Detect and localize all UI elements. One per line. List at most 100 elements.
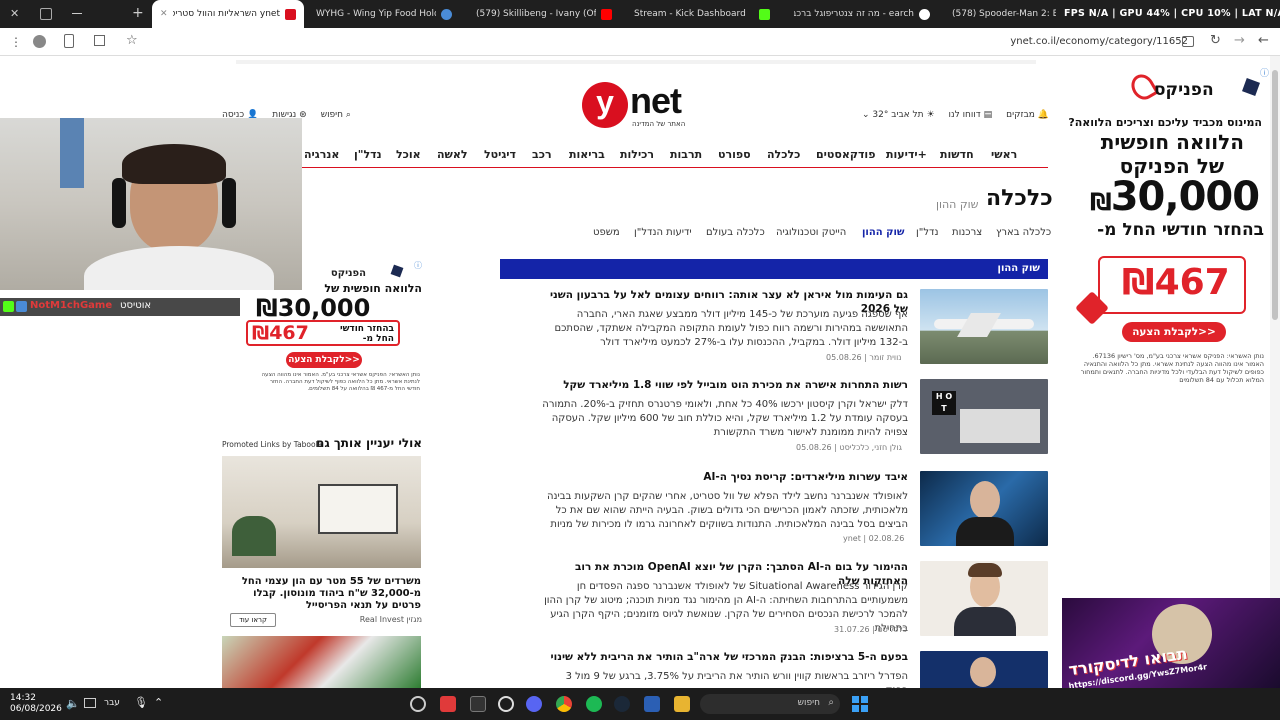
article-summary: דלק ישראל וקרן קיסטון ירכשו 40% כל אחת, … [542, 399, 908, 438]
article-thumbnail-plane[interactable] [920, 289, 1048, 364]
tab-label: ynet השראליות והוול סטריט [172, 9, 280, 19]
portrait-body-shape [956, 517, 1014, 546]
taboola-promoted[interactable]: Promoted Links by Taboola [222, 440, 322, 449]
article-thumbnail-ai-person[interactable] [920, 471, 1048, 546]
clock-date: 06/08/2026 [10, 704, 62, 714]
nav-item-real-estate[interactable]: נדל"ן [354, 148, 382, 161]
app-n-icon[interactable] [440, 696, 456, 712]
nav-item-economy[interactable]: כלכלה [767, 148, 800, 161]
alerts-link[interactable]: מבזקים 🔔 [1006, 110, 1049, 120]
small-ad-cta-button[interactable]: לקבלת הצעה>> [286, 352, 362, 368]
display-icon[interactable] [84, 698, 96, 708]
small-ad-fine-print: נותן האשראי: הפניקס אשראי צרכני בע"מ. הא… [261, 372, 420, 392]
scrollbar-thumb[interactable] [1272, 70, 1278, 320]
report-link[interactable]: דווחו לנו ▤ [949, 110, 993, 120]
discord-app-icon[interactable] [526, 696, 542, 712]
article-title[interactable]: איבד עשרות מיליארדים: קריסת נסיך ה-AI [540, 470, 908, 484]
nav-item-yedioth-plus[interactable]: ידיעות+ [886, 148, 927, 161]
scrollbar[interactable] [1270, 56, 1280, 688]
article-title[interactable]: רשות התחרות אישרה את מכירת הוט מובייל לפ… [540, 378, 908, 392]
subcat-law[interactable]: משפט [593, 227, 620, 238]
speaker-icon[interactable]: 🔈 [66, 697, 80, 710]
article-thumbnail-fed[interactable] [920, 651, 1048, 688]
tab-close-icon[interactable]: ✕ [160, 9, 168, 19]
subcat-capital-market[interactable]: שוק ההון [862, 227, 904, 238]
tray-chevron-icon[interactable]: ⌃ [154, 696, 163, 709]
windows-start-icon[interactable] [852, 696, 868, 712]
obs-app-icon[interactable] [410, 696, 426, 712]
tab-kick[interactable]: Stream - Kick Dashboard [626, 0, 778, 28]
ad-info-icon[interactable]: ⓘ [1260, 66, 1269, 79]
taboola-item2-image[interactable] [222, 636, 421, 688]
article-title[interactable]: בפעם ה-5 ברציפות: הבנק המרכזי של ארה"ב ה… [540, 650, 909, 664]
ad-cta-button[interactable]: לקבלת הצעה>> [1122, 322, 1226, 342]
extensions-icon[interactable] [64, 34, 74, 48]
tab-google-search[interactable]: earch - מה זה צנטריפוגל ברכב [786, 0, 938, 28]
clock[interactable]: 14:32 06/08/2026 [10, 693, 62, 715]
nav-item-home[interactable]: ראשי [991, 148, 1017, 161]
ad-info-icon[interactable]: ⓘ [414, 260, 422, 271]
taboola-item-image[interactable] [222, 456, 421, 568]
article-author: כלכליסט [877, 625, 908, 634]
spotify-app-icon[interactable] [586, 696, 602, 712]
back-icon[interactable]: ← [1258, 33, 1269, 48]
article-date: 02.08.26 [868, 534, 905, 543]
tab-youtube-spooder[interactable]: (578) Spooder-Man 2: Brand [944, 0, 1064, 28]
app-terminal-icon[interactable] [470, 696, 486, 712]
nav-item-digital[interactable]: דיגיטל [484, 148, 516, 161]
nav-item-energy[interactable]: אנרגיה [304, 148, 339, 161]
weather-widget[interactable]: ⌄ 32° תל אביב ☀ [862, 110, 935, 120]
webcam-shirt [84, 246, 274, 290]
subcat-world-economy[interactable]: כלכלה בעולם [706, 227, 765, 238]
article-thumbnail-hot-store[interactable]: H OT [920, 379, 1048, 454]
profile-icon[interactable] [33, 35, 46, 48]
ad-monthly: ₪467 [1122, 262, 1230, 303]
share-icon[interactable] [94, 35, 105, 46]
microphone-icon[interactable]: 🎙 [134, 696, 148, 709]
nav-item-health[interactable]: בריאות [569, 148, 605, 161]
window-minimize-icon[interactable] [72, 13, 82, 14]
tab-label: (578) Spooder-Man 2: Brand [952, 9, 1056, 19]
nav-item-podcasts[interactable]: פודקאסטים [816, 148, 875, 161]
subcat-real-estate-news[interactable]: ידיעות הנדל"ן [634, 227, 692, 238]
steam-app-icon[interactable] [614, 696, 630, 712]
subcat-hitech[interactable]: הייטק וטכנולוגיה [776, 227, 846, 238]
reload-icon[interactable]: ↻ [1210, 33, 1221, 48]
section-bar: שוק ההון [500, 259, 1048, 279]
nav-item-gossip[interactable]: רכילות [620, 148, 654, 161]
subcat-consumer[interactable]: צרכנות [952, 227, 982, 238]
ad-amount: ₪30,000 [1090, 174, 1260, 220]
nav-item-culture[interactable]: תרבות [670, 148, 702, 161]
menu-icon[interactable]: ⋮ [10, 35, 22, 49]
tab-youtube-skillibeng[interactable]: (579) Skillibeng - Ivany (Official [468, 0, 620, 28]
subcat-real-estate[interactable]: נדל"ן [916, 227, 938, 238]
site-settings-icon[interactable] [1182, 36, 1194, 47]
nav-item-sport[interactable]: ספורט [718, 148, 751, 161]
taboola-read-more-button[interactable]: קראו עוד [230, 613, 276, 627]
bookmark-star-icon[interactable]: ☆ [126, 33, 138, 48]
article-thumbnail-portrait[interactable] [920, 561, 1048, 636]
tab-wyhg[interactable]: WYHG - Wing Yip Food Holdin [308, 0, 460, 28]
language-indicator[interactable]: עבר [104, 698, 120, 708]
chatgpt-app-icon[interactable] [498, 696, 514, 712]
subcat-local-economy[interactable]: כלכלה בארץ [996, 227, 1051, 238]
chrome-app-icon[interactable] [556, 696, 572, 712]
window-restore-icon[interactable] [40, 8, 52, 20]
new-tab-icon[interactable]: + [132, 5, 144, 21]
file-explorer-icon[interactable] [674, 696, 690, 712]
nav-item-cars[interactable]: רכב [532, 148, 552, 161]
search-link[interactable]: חיפוש ⌕ [321, 110, 351, 120]
nav-item-food[interactable]: אוכל [396, 148, 421, 161]
nav-item-news[interactable]: חדשות [940, 148, 974, 161]
taskbar-search-box[interactable]: חיפוש ⌕ [700, 694, 840, 714]
url-field[interactable]: ynet.co.il/economy/category/11652 [1010, 36, 1188, 47]
ynet-logo[interactable]: y net האתר של המדינה [580, 80, 692, 132]
nav-item-women[interactable]: לאשה [437, 148, 468, 161]
forward-icon[interactable]: → [1234, 33, 1245, 48]
top-strip [236, 60, 1036, 64]
tab-ynet[interactable]: ✕ ynet השראליות והוול סטריט [152, 0, 304, 28]
app-blue-icon[interactable] [644, 696, 660, 712]
taboola-item-title[interactable]: משרדים של 55 מטר עם הון עצמי החל מ-32,00… [222, 576, 421, 612]
phoenix-sidebar-ad[interactable]: ⓘ הפניקס המינוס מכביד עליכם וצריכים הלוו… [1068, 66, 1269, 506]
window-close-icon[interactable]: ✕ [10, 8, 22, 20]
